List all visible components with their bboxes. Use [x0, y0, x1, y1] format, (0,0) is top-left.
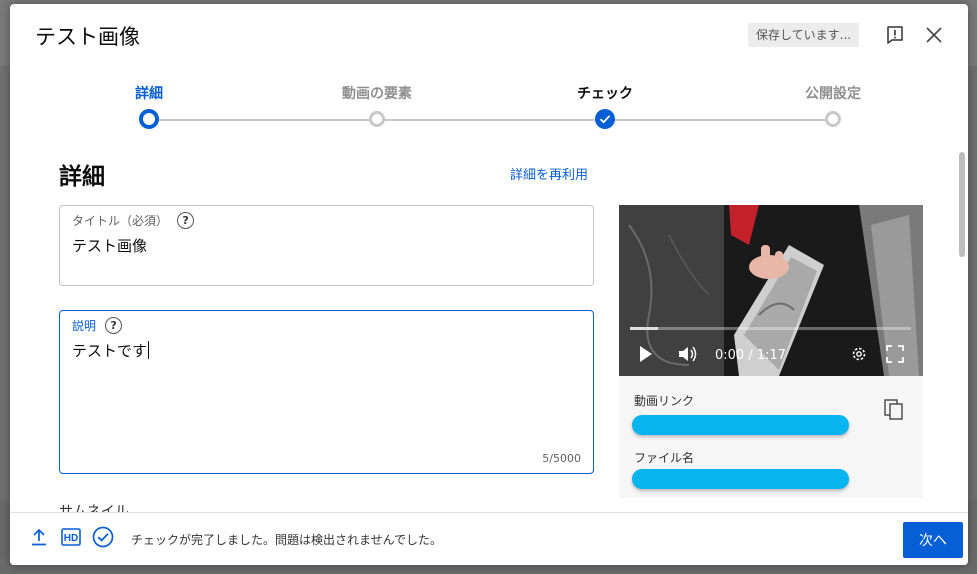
- title-field-label: タイトル（必須） ?: [72, 212, 195, 229]
- scrollbar-thumb[interactable]: [959, 152, 965, 257]
- close-button[interactable]: [920, 21, 948, 49]
- title-field[interactable]: タイトル（必須） ? テスト画像: [59, 205, 594, 286]
- video-progress-bar[interactable]: [630, 327, 911, 330]
- upload-stepper: 詳細 動画の要素 チェック 公開設定: [10, 66, 968, 146]
- saving-status-badge: 保存しています...: [748, 23, 860, 47]
- checks-status-message: チェックが完了しました。問題は検出されませんでした。: [131, 533, 443, 547]
- description-input[interactable]: テストです: [72, 340, 150, 361]
- hd-icon[interactable]: HD: [61, 528, 81, 546]
- checkmark-icon: [599, 115, 611, 124]
- dialog-title: テスト画像: [35, 25, 140, 49]
- hd-icon-label: HD: [64, 533, 78, 544]
- fullscreen-icon[interactable]: [886, 345, 904, 363]
- step-label: 詳細: [135, 86, 163, 102]
- next-button[interactable]: 次へ: [903, 522, 963, 558]
- copy-icon[interactable]: [884, 399, 904, 421]
- feedback-button[interactable]: [881, 21, 909, 49]
- video-link-redacted[interactable]: [632, 415, 849, 435]
- settings-gear-icon[interactable]: [850, 345, 868, 363]
- checks-complete-icon[interactable]: [92, 526, 114, 548]
- step-pending-indicator: [825, 111, 841, 127]
- volume-icon[interactable]: [678, 345, 698, 363]
- video-progress-fill: [630, 327, 659, 330]
- title-input[interactable]: テスト画像: [72, 235, 147, 256]
- description-text: テストです: [72, 342, 148, 360]
- reuse-details-link[interactable]: 詳細を再利用: [510, 164, 588, 183]
- description-label-text: 説明: [72, 319, 97, 333]
- step-current-indicator: [139, 109, 159, 129]
- details-heading: 詳細: [59, 164, 105, 190]
- feedback-icon: [887, 26, 903, 44]
- video-player[interactable]: 0:00 / 1:17: [619, 205, 923, 376]
- step-done-indicator: [595, 109, 615, 129]
- dialog-header: テスト画像 保存しています...: [10, 4, 968, 66]
- filename-redacted: [632, 469, 849, 489]
- step-checks[interactable]: チェック: [535, 66, 675, 129]
- upload-icon[interactable]: [31, 528, 47, 546]
- step-label: 動画の要素: [342, 86, 412, 102]
- video-time: 0:00 / 1:17: [715, 348, 787, 363]
- upload-dialog: テスト画像 保存しています... 詳細 動画の要素 チェック 公開設定 詳細 詳…: [10, 4, 968, 565]
- step-details[interactable]: 詳細: [79, 66, 219, 129]
- help-icon[interactable]: ?: [105, 317, 123, 334]
- video-controls: 0:00 / 1:17: [619, 339, 923, 373]
- step-label: チェック: [577, 86, 633, 102]
- description-field-label: 説明 ?: [72, 317, 123, 334]
- step-pending-indicator: [369, 111, 385, 127]
- step-visibility[interactable]: 公開設定: [763, 66, 903, 127]
- dialog-footer: HD チェックが完了しました。問題は検出されませんでした。 次へ: [10, 512, 968, 565]
- step-video-elements[interactable]: 動画の要素: [307, 66, 447, 127]
- stepper-track: [158, 119, 833, 121]
- help-icon[interactable]: ?: [177, 212, 195, 229]
- description-field[interactable]: 説明 ? テストです 5/5000: [59, 310, 594, 474]
- character-counter: 5/5000: [542, 452, 581, 465]
- video-link-label: 動画リンク: [634, 394, 695, 408]
- video-preview-card: 0:00 / 1:17 動画リンク ファイル名: [619, 205, 923, 498]
- title-label-text: タイトル（必須）: [72, 214, 169, 228]
- step-label: 公開設定: [805, 86, 861, 102]
- filename-label: ファイル名: [634, 451, 695, 465]
- close-icon: [926, 27, 942, 43]
- play-icon[interactable]: [639, 345, 653, 363]
- text-caret: [148, 341, 150, 359]
